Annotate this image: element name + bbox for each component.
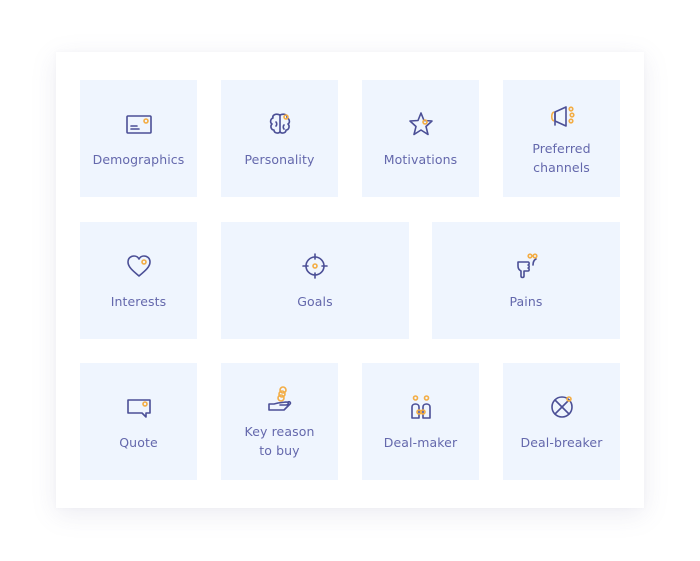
- tile-label: Quote: [119, 435, 158, 450]
- tile-label: Key reason to buy: [244, 423, 315, 458]
- id-card-icon: [123, 108, 155, 140]
- thumbs-down-icon: [510, 250, 542, 282]
- tile-key-reason-to-buy[interactable]: Key reason to buy: [221, 363, 338, 480]
- tile-goals[interactable]: Goals: [221, 222, 409, 339]
- tile-label: Interests: [110, 294, 167, 309]
- tile-deal-maker[interactable]: Deal-maker: [362, 363, 479, 480]
- tile-label: Goals: [297, 294, 333, 309]
- tile-personality[interactable]: Personality: [221, 80, 338, 197]
- tile-demographics[interactable]: Demographics: [80, 80, 197, 197]
- brain-icon: [264, 108, 296, 140]
- tile-label: Preferred channels: [532, 140, 591, 175]
- target-icon: [299, 250, 331, 282]
- cross-circle-icon: [546, 391, 578, 423]
- tile-label: Motivations: [383, 152, 458, 167]
- tile-pains[interactable]: Pains: [432, 222, 620, 339]
- megaphone-icon: [546, 101, 578, 133]
- star-icon: [405, 108, 437, 140]
- handshake-people-icon: [405, 391, 437, 423]
- tile-label: Deal-breaker: [520, 435, 603, 450]
- heart-icon: [123, 250, 155, 282]
- tile-motivations[interactable]: Motivations: [362, 80, 479, 197]
- tile-label: Deal-maker: [383, 435, 458, 450]
- tile-quote[interactable]: Quote: [80, 363, 197, 480]
- tile-label: Pains: [509, 294, 543, 309]
- persona-canvas-panel: Demographics Personality Motivations Pre…: [56, 52, 644, 508]
- tile-label: Personality: [244, 152, 315, 167]
- tile-interests[interactable]: Interests: [80, 222, 197, 339]
- tile-label: Demographics: [92, 152, 185, 167]
- hand-coins-icon: [264, 384, 296, 416]
- tile-deal-breaker[interactable]: Deal-breaker: [503, 363, 620, 480]
- speech-bubble-icon: [123, 391, 155, 423]
- tile-preferred-channels[interactable]: Preferred channels: [503, 80, 620, 197]
